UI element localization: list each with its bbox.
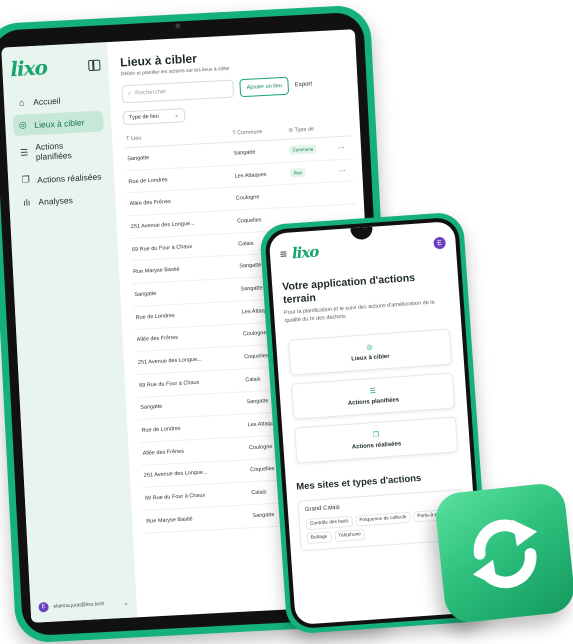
place-type-filter[interactable]: Type de lieu ⌄: [122, 108, 186, 126]
search-icon: ⌕: [127, 90, 132, 97]
type-badge: Commune: [289, 144, 317, 156]
toolbar: ⌕ Rechercher Ajouter un lieu Export: [121, 73, 350, 104]
card-label: Actions réalisées: [351, 440, 402, 451]
chevron-down-icon: ⌄: [174, 112, 180, 119]
action-type-chip[interactable]: Contrôle des bacs: [305, 515, 353, 530]
search-placeholder: Rechercher: [135, 89, 167, 97]
more-options-icon[interactable]: ⋯: [336, 158, 355, 183]
cell-type: Commune: [286, 136, 337, 162]
target-icon: ◎: [18, 119, 28, 130]
sidebar-collapse-icon[interactable]: [88, 59, 101, 71]
hamburger-menu-icon[interactable]: ≡: [280, 247, 288, 261]
sidebar-item-label: Analyses: [38, 195, 74, 207]
sidebar-item-lieux-à-cibler[interactable]: ◎ Lieux à cibler: [12, 110, 104, 137]
card-label: Lieux à cibler: [351, 353, 390, 363]
filter-label: Type de lieu: [128, 113, 159, 122]
chart-icon: ılı: [23, 197, 31, 208]
sidebar-nav: ⌂ Accueil ◎ Lieux à cibler ☰ Actions planifié…: [12, 88, 108, 213]
list-icon: ☰: [369, 387, 377, 395]
refresh-icon: [472, 519, 538, 589]
home-icon: ⌂: [18, 97, 25, 108]
search-input[interactable]: ⌕ Rechercher: [121, 79, 235, 104]
card-label: Actions planifiées: [347, 396, 400, 407]
sidebar-item-analyses[interactable]: ılı Analyses: [17, 188, 108, 213]
cell-commune: Sangatte: [230, 139, 289, 165]
add-place-button[interactable]: Ajouter un lieu: [239, 76, 290, 98]
sidebar-item-accueil[interactable]: ⌂ Accueil: [12, 88, 103, 113]
cell-type: Rue: [288, 159, 338, 185]
copy-icon: ❐: [372, 431, 380, 439]
shortcut-card[interactable]: ❐ Actions réalisées: [294, 416, 459, 464]
avatar: E: [38, 601, 49, 613]
sidebar-item-actions-planifiées[interactable]: ☰ Actions planifiées: [14, 133, 105, 168]
shortcut-card[interactable]: ◎ Lieux à cibler: [287, 328, 453, 376]
type-badge: Rue: [290, 167, 306, 178]
user-menu[interactable]: E elianna.jurat@lixo.tech ⌄: [38, 598, 129, 613]
sidebar-item-label: Actions réalisées: [36, 171, 102, 185]
action-type-chip[interactable]: Téléphone: [333, 528, 366, 542]
action-type-chip[interactable]: Boîtage: [306, 531, 332, 544]
user-email: elianna.jurat@lixo.tech: [53, 601, 105, 610]
sidebar-item-actions-réalisées[interactable]: ❐ Actions réalisées: [16, 165, 107, 191]
cell-type: [289, 182, 339, 208]
cell-commune: Les Attaques: [232, 161, 290, 188]
copy-icon: ❐: [21, 174, 30, 185]
avatar[interactable]: E: [433, 236, 447, 250]
cell-lieu: Rue Maryse Bastié: [143, 504, 252, 533]
sites-section-title: Mes sites et types d'actions: [295, 472, 422, 493]
target-icon: ◎: [366, 343, 373, 352]
sidebar-header: lixo: [10, 53, 101, 81]
shortcut-cards: ◎ Lieux à cibler ☰ Actions planifiées ❐ Actio…: [286, 328, 460, 464]
cell-commune: Coulogne: [233, 184, 291, 211]
sidebar-item-label: Actions planifiées: [35, 140, 73, 162]
cell-actions: [337, 181, 356, 205]
chevron-down-icon: ⌄: [123, 600, 129, 607]
action-type-chip[interactable]: Fréquence de collecte: [355, 511, 411, 527]
list-icon: ☰: [19, 146, 29, 158]
brand-logo[interactable]: lixo: [291, 243, 319, 263]
brand-logo[interactable]: lixo: [10, 55, 48, 81]
sidebar-item-label: Accueil: [32, 95, 61, 108]
more-options-icon[interactable]: ⋯: [335, 135, 354, 160]
sidebar-item-label: Lieux à cibler: [34, 116, 85, 130]
column-header-actions: [334, 119, 353, 137]
shortcut-card[interactable]: ☰ Actions planifiées: [291, 372, 456, 420]
app-icon: [433, 481, 573, 625]
export-button[interactable]: Export: [295, 81, 313, 88]
